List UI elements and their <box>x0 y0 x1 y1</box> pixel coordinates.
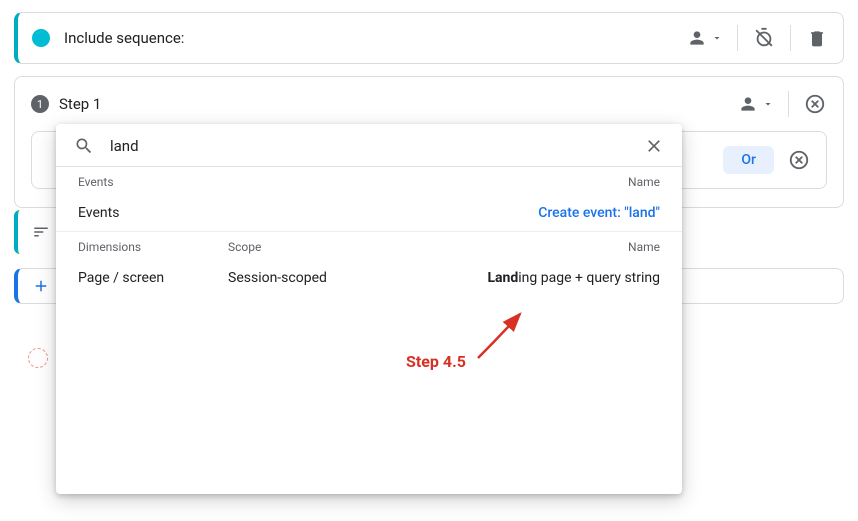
step-scope-user-dropdown[interactable] <box>738 94 774 114</box>
step-number-badge: 1 <box>31 95 49 113</box>
search-popover: Events Name Events Create event: "land" … <box>56 124 682 494</box>
timer-off-icon <box>753 27 775 49</box>
dimension-scope: Session-scoped <box>228 270 487 286</box>
plus-icon <box>32 277 50 295</box>
divider <box>788 91 789 117</box>
step-label: Step 1 <box>59 95 738 113</box>
annotation-label: Step 4.5 <box>406 352 466 371</box>
events-create-row[interactable]: Events Create event: "land" <box>56 195 682 232</box>
remove-step-button[interactable] <box>803 92 827 116</box>
sequence-color-dot <box>32 29 50 47</box>
delete-sequence-button[interactable] <box>805 26 829 50</box>
trash-icon <box>807 28 827 48</box>
events-header: Events Name <box>56 167 682 195</box>
events-header-left: Events <box>78 175 628 189</box>
person-icon <box>687 28 707 48</box>
dimensions-header-c: Name <box>628 240 660 254</box>
divider <box>790 25 791 51</box>
events-header-right: Name <box>628 175 660 189</box>
dimensions-header: Dimensions Scope Name <box>56 232 682 260</box>
dimensions-header-b: Scope <box>228 240 628 254</box>
clear-search-button[interactable] <box>644 136 664 156</box>
person-icon <box>738 94 758 114</box>
dashed-placeholder-icon <box>28 348 48 368</box>
create-event-link[interactable]: Create event: "land" <box>538 205 660 221</box>
events-row-label: Events <box>78 205 538 221</box>
annotation-arrow-icon <box>470 306 540 366</box>
or-button[interactable]: Or <box>723 146 774 174</box>
caret-down-icon <box>711 32 723 44</box>
dimension-row-landing-page[interactable]: Page / screen Session-scoped Landing pag… <box>56 260 682 296</box>
dimension-category: Page / screen <box>78 270 228 286</box>
sequence-title: Include sequence: <box>64 29 687 47</box>
caret-down-icon <box>762 98 774 110</box>
close-circle-icon <box>804 93 826 115</box>
divider <box>737 25 738 51</box>
close-icon <box>644 136 664 156</box>
timer-off-button[interactable] <box>752 26 776 50</box>
search-input[interactable] <box>110 137 644 155</box>
sort-icon <box>32 223 50 241</box>
dimension-name: Landing page + query string <box>487 270 660 286</box>
scope-user-dropdown[interactable] <box>687 28 723 48</box>
remove-condition-button[interactable] <box>788 149 810 171</box>
search-icon <box>74 136 94 156</box>
dimensions-header-a: Dimensions <box>78 240 228 254</box>
close-circle-icon <box>788 149 810 171</box>
include-sequence-header: Include sequence: <box>14 12 844 64</box>
